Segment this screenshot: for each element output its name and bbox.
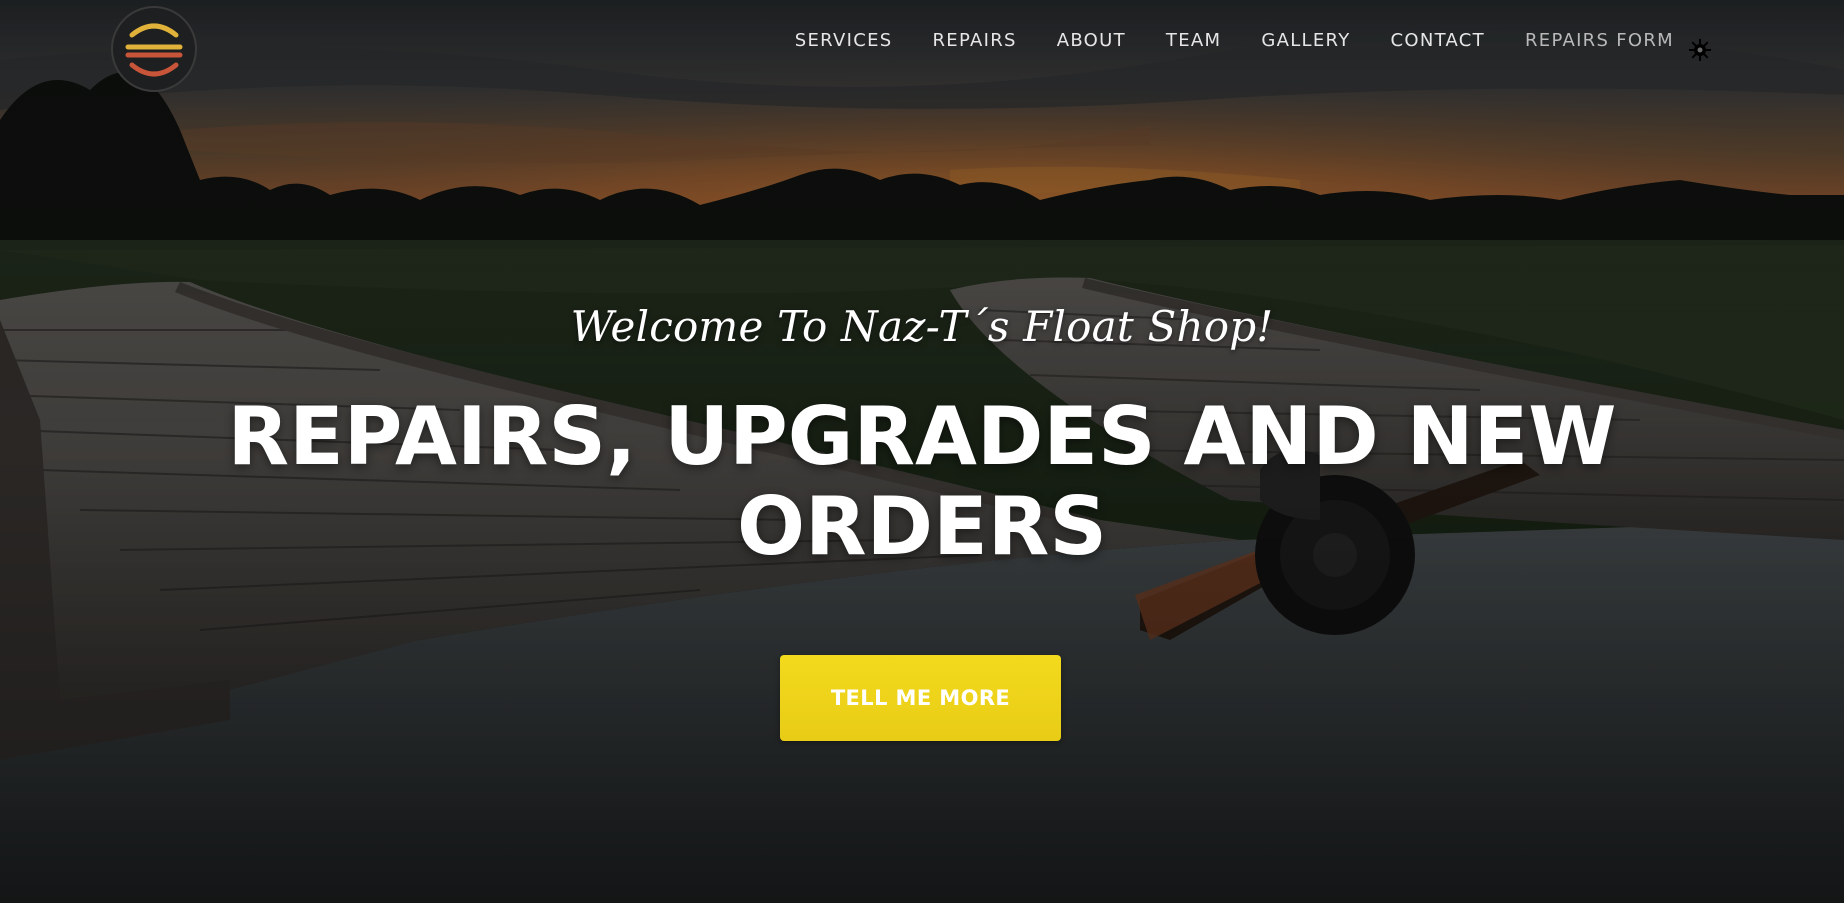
nav-item-repairs[interactable]: REPAIRS <box>932 30 1016 51</box>
nav-item-about[interactable]: ABOUT <box>1057 30 1126 51</box>
nav-item-gallery[interactable]: GALLERY <box>1261 30 1350 51</box>
tell-me-more-button[interactable]: TELL ME MORE <box>780 655 1061 741</box>
nav-item-contact[interactable]: CONTACT <box>1391 30 1485 51</box>
gear-sun-icon[interactable] <box>1688 38 1712 62</box>
main-nav: SERVICES REPAIRS ABOUT TEAM GALLERY CONT… <box>795 30 1674 51</box>
hero-section: SERVICES REPAIRS ABOUT TEAM GALLERY CONT… <box>0 0 1844 903</box>
float-shop-logo-icon[interactable] <box>110 5 198 93</box>
hero-heading: REPAIRS, UPGRADES AND NEW ORDERS <box>227 390 1617 573</box>
nav-item-services[interactable]: SERVICES <box>795 30 893 51</box>
nav-item-team[interactable]: TEAM <box>1166 30 1221 51</box>
hero-subheading: Welcome To Naz-T´s Float Shop! <box>570 302 1274 351</box>
nav-item-repairs-form[interactable]: REPAIRS FORM <box>1525 30 1674 51</box>
